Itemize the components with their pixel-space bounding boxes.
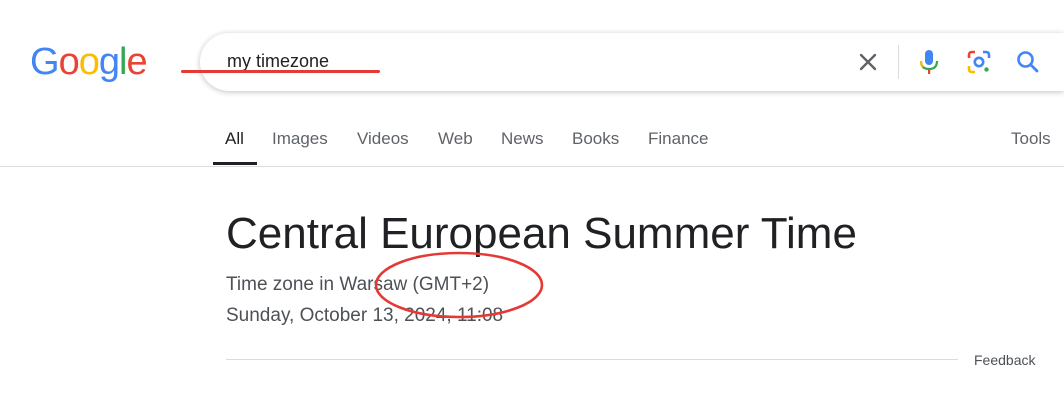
tab-news[interactable]: News bbox=[501, 128, 544, 150]
google-logo[interactable]: Google bbox=[30, 40, 148, 84]
logo-letter-e: e bbox=[126, 41, 147, 83]
feedback-divider bbox=[226, 359, 958, 360]
search-divider bbox=[898, 45, 899, 79]
logo-letter-l: l bbox=[118, 41, 128, 83]
logo-letter-o2: o bbox=[78, 41, 100, 83]
search-icon[interactable] bbox=[1012, 46, 1044, 78]
microphone-icon[interactable] bbox=[913, 46, 945, 78]
current-datetime: Sunday, October 13, 2024, 11:08 bbox=[226, 305, 504, 326]
tab-books[interactable]: Books bbox=[572, 128, 619, 150]
tabs-divider bbox=[0, 166, 1064, 167]
tab-images[interactable]: Images bbox=[272, 128, 328, 150]
search-tabs: All Images Videos Web News Books Finance… bbox=[0, 128, 1064, 168]
tab-videos[interactable]: Videos bbox=[357, 128, 409, 150]
tab-web[interactable]: Web bbox=[438, 128, 473, 150]
logo-letter-o1: o bbox=[58, 41, 80, 83]
search-input[interactable]: my timezone bbox=[227, 50, 329, 72]
active-tab-indicator bbox=[213, 162, 257, 165]
lens-icon[interactable] bbox=[963, 46, 995, 78]
close-icon[interactable] bbox=[852, 46, 884, 78]
tools-button[interactable]: Tools bbox=[1011, 128, 1051, 150]
logo-letter-g: G bbox=[30, 41, 60, 83]
tab-finance[interactable]: Finance bbox=[648, 128, 708, 150]
red-underline-annotation bbox=[181, 70, 380, 73]
logo-letter-g2: g bbox=[98, 41, 120, 83]
timezone-title: Central European Summer Time bbox=[226, 209, 857, 258]
feedback-link[interactable]: Feedback bbox=[974, 351, 1035, 369]
tab-all[interactable]: All bbox=[225, 128, 244, 150]
timezone-location: Time zone in Warsaw (GMT+2) bbox=[226, 274, 490, 295]
